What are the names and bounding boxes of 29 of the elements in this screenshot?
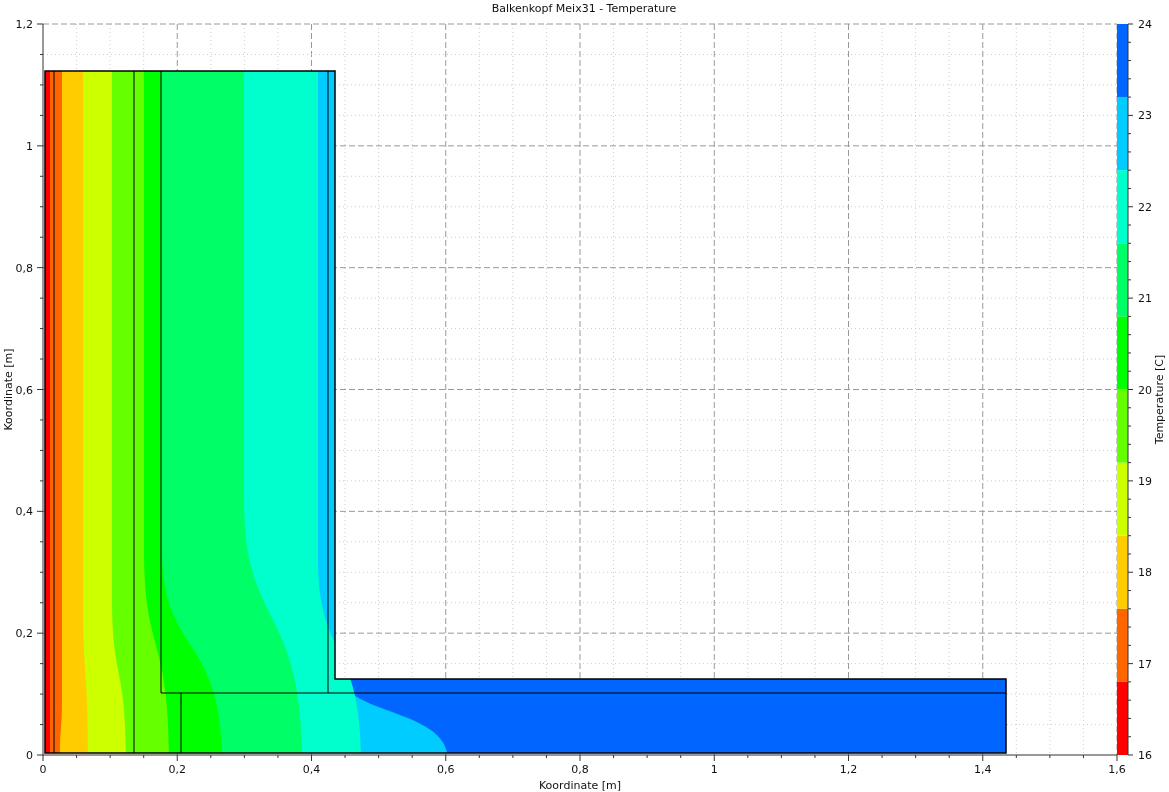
color-scale-label: 24	[1138, 18, 1152, 31]
y-tick-label: 0,4	[15, 505, 33, 519]
x-axis-title: Koordinate [m]	[538, 779, 622, 792]
x-tick-label: 1,6	[1108, 763, 1126, 776]
color-scale-label: 21	[1138, 292, 1152, 306]
y-tick-label: 0,8	[15, 261, 33, 275]
y-tick-label: 0,2	[15, 627, 33, 641]
x-tick-label: 1,4	[974, 763, 992, 776]
y-tick-label: 0	[26, 749, 33, 762]
color-scale-label: 23	[1138, 109, 1152, 123]
x-tick-label: 0,2	[168, 763, 186, 776]
color-scale-label: 19	[1138, 474, 1152, 488]
color-scale-label: 17	[1138, 657, 1152, 671]
x-tick-label: 0,4	[302, 763, 321, 776]
x-tick-label: 0	[39, 763, 47, 776]
x-tick-label: 1	[710, 763, 718, 776]
color-scale-label: 20	[1138, 383, 1152, 397]
color-scale-title: Temperature [C]	[1153, 354, 1166, 445]
y-tick-label: 1,2	[15, 18, 33, 31]
x-tick-label: 0,8	[571, 763, 589, 776]
x-tick-label: 1,2	[839, 763, 858, 776]
x-tick-label: 0,6	[437, 763, 455, 776]
color-scale-label: 18	[1138, 566, 1152, 580]
y-tick-label: 0,6	[15, 383, 33, 397]
y-axis-title: Koordinate [m]	[2, 348, 15, 431]
y-tick-label: 1	[26, 139, 33, 153]
chart-title: Balkenkopf Meix31 - Temperature	[491, 2, 677, 15]
color-scale-label: 22	[1138, 200, 1152, 214]
color-scale-label: 16	[1138, 749, 1152, 762]
